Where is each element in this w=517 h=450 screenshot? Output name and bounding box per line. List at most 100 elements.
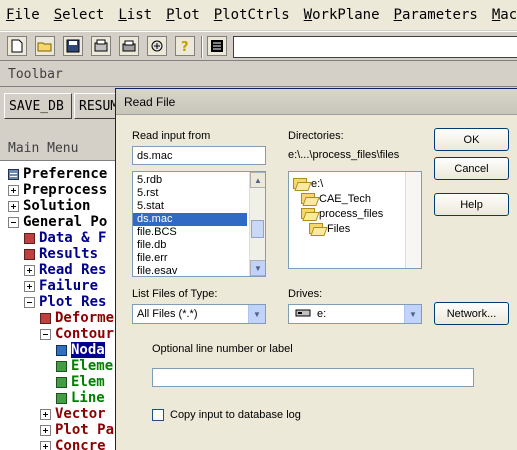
read-input-field[interactable]: ds.mac <box>132 146 266 165</box>
read-file-dialog: Read File Read input from ds.mac 5.rdb 5… <box>115 88 517 450</box>
menu-workplane[interactable]: WorkPlane <box>304 7 380 23</box>
read-input-label: Read input from <box>132 130 211 142</box>
file-item-selected[interactable]: ds.mac <box>133 213 247 226</box>
file-item[interactable]: 5.stat <box>133 200 265 213</box>
dialog-item-icon <box>56 392 67 404</box>
collapse-icon[interactable] <box>8 216 19 228</box>
tree-item-general-postproc[interactable]: General Po <box>8 214 107 230</box>
menu-macro[interactable]: Macro <box>492 7 517 23</box>
file-item[interactable]: 5.rst <box>133 187 265 200</box>
tree-item-concrete-plot[interactable]: Concre <box>40 438 106 450</box>
network-button[interactable]: Network... <box>434 302 509 325</box>
expand-icon[interactable] <box>40 424 51 436</box>
dialog-item-icon <box>56 344 67 356</box>
dir-item-root[interactable]: e:\ <box>293 176 323 191</box>
optional-line-input[interactable] <box>152 368 474 387</box>
file-list-scrollbar[interactable]: ▲ ▼ <box>249 172 265 276</box>
dir-item-process-files[interactable]: process_files <box>301 206 383 221</box>
chevron-down-icon[interactable]: ▼ <box>404 305 421 323</box>
read-input-value: ds.mac <box>137 150 173 162</box>
scroll-up-icon[interactable]: ▲ <box>250 172 265 188</box>
tree-item-results-summary[interactable]: Results <box>24 246 98 262</box>
tree-item-plot-results[interactable]: Plot Res <box>24 294 106 310</box>
dialog-item-icon <box>24 232 35 244</box>
open-folder-icon <box>301 208 315 219</box>
command-input[interactable] <box>233 36 517 58</box>
expand-icon[interactable] <box>24 280 35 292</box>
menu-plotctrls[interactable]: PlotCtrls <box>214 7 290 23</box>
toolbar-label: Toolbar <box>8 67 63 82</box>
save-db-button[interactable]: SAVE_DB <box>4 93 72 119</box>
list-files-type-label: List Files of Type: <box>132 288 218 300</box>
dir-item-cae-tech[interactable]: CAE_Tech <box>301 191 371 206</box>
command-window-icon[interactable] <box>207 36 227 56</box>
tree-item-solution[interactable]: Solution <box>8 198 90 214</box>
tree-item-failure-criteria[interactable]: Failure <box>24 278 98 294</box>
file-item[interactable]: file.db <box>133 239 265 252</box>
help-button[interactable]: Help <box>434 193 509 216</box>
dialog-titlebar[interactable]: Read File <box>116 89 517 115</box>
tree-item-vector-plot[interactable]: Vector <box>40 406 106 422</box>
open-folder-icon <box>301 193 315 204</box>
chevron-down-icon[interactable]: ▼ <box>248 305 265 323</box>
directory-listbox[interactable]: e:\ CAE_Tech process_files Files <box>288 171 422 269</box>
tree-item-plot-path[interactable]: Plot Pa <box>40 422 114 438</box>
new-file-icon[interactable] <box>7 36 27 56</box>
print-icon[interactable] <box>119 36 139 56</box>
drive-value: e: <box>317 308 327 320</box>
file-listbox[interactable]: 5.rdb 5.rst 5.stat ds.mac file.BCS file.… <box>132 171 266 277</box>
dir-item-files[interactable]: Files <box>309 221 350 236</box>
tree-item-deformed-shape[interactable]: Deforme <box>40 310 114 326</box>
scroll-down-icon[interactable]: ▼ <box>250 260 265 276</box>
menu-parameters[interactable]: Parameters <box>394 7 478 23</box>
drive-icon <box>295 307 311 322</box>
tree-item-data-file-opts[interactable]: Data & F <box>24 230 106 246</box>
expand-icon[interactable] <box>24 264 35 276</box>
copy-input-checkbox[interactable] <box>152 409 164 421</box>
file-item[interactable]: file.esav <box>133 265 265 276</box>
tree-item-elem-table[interactable]: Elem <box>56 374 105 390</box>
file-type-select[interactable]: All Files (*.*) ▼ <box>132 304 266 324</box>
copy-input-label: Copy input to database log <box>170 409 301 421</box>
open-file-icon[interactable] <box>35 36 55 56</box>
menu-file[interactable]: File <box>6 7 40 23</box>
svg-text:?: ? <box>181 40 189 53</box>
file-item[interactable]: file.BCS <box>133 226 265 239</box>
menu-list[interactable]: List <box>118 7 152 23</box>
drives-label: Drives: <box>288 288 323 300</box>
tree-item-element-solu[interactable]: Eleme <box>56 358 113 374</box>
help-icon[interactable]: ? <box>175 36 195 56</box>
dialog-item-icon <box>40 312 51 324</box>
expand-icon[interactable] <box>40 440 51 450</box>
tree-item-preprocessor[interactable]: Preprocess <box>8 182 107 198</box>
tree-item-line-elem-res[interactable]: Line <box>56 390 105 406</box>
collapse-icon[interactable] <box>24 296 35 308</box>
tree-item-preferences[interactable]: Preference <box>8 166 107 182</box>
report-icon[interactable] <box>147 36 167 56</box>
file-item[interactable]: file.err <box>133 252 265 265</box>
menu-plot[interactable]: Plot <box>166 7 200 23</box>
dialog-item-icon <box>24 248 35 260</box>
expand-icon[interactable] <box>8 200 19 212</box>
save-icon[interactable] <box>63 36 83 56</box>
drive-select[interactable]: e: ▼ <box>288 304 422 324</box>
tree-item-contour-plot[interactable]: Contour <box>40 326 114 342</box>
cancel-button[interactable]: Cancel <box>434 157 509 180</box>
file-list: 5.rdb 5.rst 5.stat ds.mac file.BCS file.… <box>133 172 265 276</box>
scroll-thumb[interactable] <box>251 220 264 238</box>
dialog-item-icon <box>56 360 67 372</box>
toolbar-separator <box>201 36 203 58</box>
current-path: e:\...\process_files\files <box>288 149 400 161</box>
main-menu-label: Main Menu <box>8 141 79 156</box>
ok-button[interactable]: OK <box>434 128 509 151</box>
print-setup-icon[interactable] <box>91 36 111 56</box>
menu-select[interactable]: Select <box>54 7 105 23</box>
directory-scrollbar[interactable] <box>405 172 421 268</box>
expand-icon[interactable] <box>40 408 51 420</box>
expand-icon[interactable] <box>8 184 19 196</box>
optional-line-label: Optional line number or label <box>152 343 293 355</box>
tree-item-nodal-solu[interactable]: Noda <box>56 342 105 358</box>
file-item[interactable]: 5.rdb <box>133 174 265 187</box>
collapse-icon[interactable] <box>40 328 51 340</box>
tree-item-read-results[interactable]: Read Res <box>24 262 106 278</box>
